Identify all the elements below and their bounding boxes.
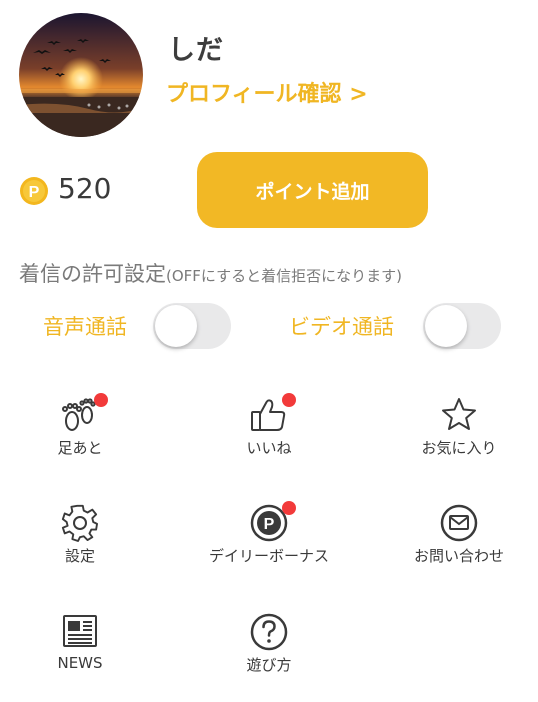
username: しだ bbox=[168, 35, 224, 66]
menu-favorites[interactable]: お気に入り bbox=[374, 395, 538, 485]
toggle-knob bbox=[425, 305, 467, 347]
mail-icon bbox=[439, 503, 479, 543]
video-call-label: ビデオ通話 bbox=[289, 315, 394, 339]
add-points-button[interactable]: ポイント追加 bbox=[197, 152, 428, 228]
call-settings-heading: 着信の許可設定 bbox=[19, 262, 166, 286]
menu-daily-bonus[interactable]: P デイリーボーナス bbox=[184, 501, 354, 593]
menu-label: いいね bbox=[246, 439, 292, 457]
newspaper-icon bbox=[60, 612, 100, 652]
menu-label: NEWS bbox=[57, 654, 103, 672]
profile-link[interactable]: プロフィール確認 > bbox=[166, 76, 368, 108]
menu-label: 設定 bbox=[64, 547, 95, 565]
menu-label: 遊び方 bbox=[246, 656, 292, 674]
points-value: 520 bbox=[58, 172, 112, 205]
toggle-knob bbox=[155, 305, 197, 347]
menu-label: デイリーボーナス bbox=[208, 547, 329, 565]
menu-contact[interactable]: お問い合わせ bbox=[374, 503, 538, 593]
svg-text:P: P bbox=[29, 184, 40, 201]
menu-likes[interactable]: いいね bbox=[184, 393, 354, 485]
menu-label: お問い合わせ bbox=[413, 547, 504, 565]
menu-label: 足あと bbox=[57, 439, 103, 457]
voice-call-toggle[interactable] bbox=[153, 303, 231, 349]
call-settings-title: 着信の許可設定(OFFにすると着信拒否になります) bbox=[19, 258, 402, 288]
svg-text:P: P bbox=[264, 516, 275, 533]
notification-badge bbox=[94, 393, 108, 407]
avatar[interactable] bbox=[19, 13, 143, 137]
voice-call-label: 音声通話 bbox=[43, 315, 127, 339]
notification-badge bbox=[282, 393, 296, 407]
notification-badge bbox=[282, 501, 296, 515]
menu-settings[interactable]: 設定 bbox=[0, 503, 165, 593]
call-settings-note: (OFFにすると着信拒否になります) bbox=[166, 267, 402, 285]
video-call-toggle[interactable] bbox=[423, 303, 501, 349]
coin-icon: P bbox=[19, 176, 49, 206]
gear-icon bbox=[60, 503, 100, 543]
menu-news[interactable]: NEWS bbox=[0, 612, 165, 702]
menu-footprints[interactable]: 足あと bbox=[0, 393, 165, 485]
menu-how-to-play[interactable]: 遊び方 bbox=[184, 612, 354, 702]
star-icon bbox=[439, 395, 479, 435]
menu-label: お気に入り bbox=[421, 439, 497, 457]
question-icon bbox=[249, 612, 289, 652]
